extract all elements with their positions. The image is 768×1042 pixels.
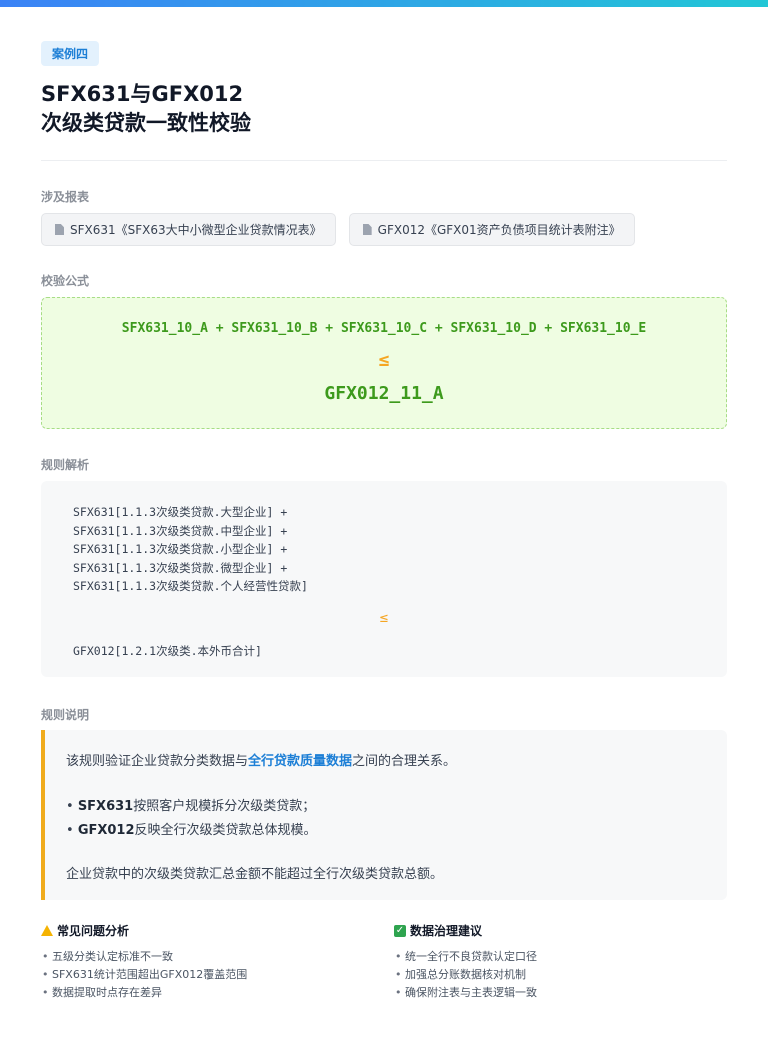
issues-title: 常见问题分析 — [41, 922, 371, 939]
analysis-line: SFX631[1.1.3次级类贷款.微型企业] + — [73, 560, 288, 575]
description-bullet-2: • GFX012反映全行次级类贷款总体规模。 — [66, 823, 317, 838]
suggestions-title-text: 数据治理建议 — [410, 924, 483, 938]
title-line-2: 次级类贷款一致性校验 — [41, 111, 251, 135]
bullet-text: 按照客户规模拆分次级类贷款； — [133, 799, 316, 814]
bullet-bold: SFX631 — [77, 799, 134, 814]
section-label-formula: 校验公式 — [41, 274, 90, 288]
list-item: 确保附注表与主表逻辑一致 — [394, 984, 724, 1002]
bullet-text: 反映全行次级类贷款总体规模。 — [134, 823, 317, 838]
suggestions-column: ✓ 数据治理建议 统一全行不良贷款认定口径 加强总分账数据核对机制 确保附注表与… — [394, 922, 724, 1002]
formula-operator: ≤ — [378, 350, 390, 371]
analysis-result: GFX012[1.2.1次级类.本外币合计] — [73, 644, 262, 658]
page-title: SFX631与GFX012 次级类贷款一致性校验 — [41, 80, 251, 138]
issues-list: 五级分类认定标准不一致 SFX631统计范围超出GFX012覆盖范围 数据提取时… — [41, 948, 371, 1002]
description-intro: 该规则验证企业贷款分类数据与全行贷款质量数据之间的合理关系。 — [66, 750, 456, 769]
list-item: SFX631统计范围超出GFX012覆盖范围 — [41, 966, 371, 984]
analysis-line: SFX631[1.1.3次级类贷款.个人经营性贷款] — [73, 579, 308, 593]
description-conclusion: 企业贷款中的次级类贷款汇总金额不能超过全行次级类贷款总额。 — [66, 867, 444, 882]
section-label-description: 规则说明 — [41, 708, 90, 722]
bullet-bold: GFX012 — [77, 823, 135, 838]
rule-description-box: 该规则验证企业贷款分类数据与全行贷款质量数据之间的合理关系。 • SFX631按… — [41, 730, 727, 900]
case-tag: 案例四 — [41, 41, 100, 66]
report-label: GFX012《GFX01资产负债项目统计表附注》 — [377, 223, 621, 237]
suggestions-title: ✓ 数据治理建议 — [394, 922, 724, 939]
issues-column: 常见问题分析 五级分类认定标准不一致 SFX631统计范围超出GFX012覆盖范… — [41, 922, 371, 1002]
top-gradient-bar — [0, 0, 768, 7]
check-icon: ✓ — [394, 924, 406, 937]
report-list: SFX631《SFX63大中小微型企业贷款情况表》 GFX012《GFX01资产… — [41, 213, 635, 246]
rule-analysis-box: SFX631[1.1.3次级类贷款.大型企业] + SFX631[1.1.3次级… — [41, 481, 727, 677]
analysis-line: SFX631[1.1.3次级类贷款.中型企业] + — [73, 523, 288, 538]
formula-box: SFX631_10_A + SFX631_10_B + SFX631_10_C … — [41, 297, 727, 429]
suggestions-list: 统一全行不良贷款认定口径 加强总分账数据核对机制 确保附注表与主表逻辑一致 — [394, 948, 724, 1002]
report-chip-gfx012: GFX012《GFX01资产负债项目统计表附注》 — [348, 213, 635, 246]
analysis-lines: SFX631[1.1.3次级类贷款.大型企业] + SFX631[1.1.3次级… — [73, 503, 308, 596]
warning-icon — [41, 925, 53, 936]
report-label: SFX631《SFX63大中小微型企业贷款情况表》 — [70, 223, 322, 237]
list-item: 加强总分账数据核对机制 — [394, 966, 724, 984]
issues-title-text: 常见问题分析 — [57, 924, 130, 938]
document-icon — [55, 224, 64, 235]
list-item: 五级分类认定标准不一致 — [41, 948, 371, 966]
intro-highlight: 全行贷款质量数据 — [248, 754, 353, 769]
formula-right-side: GFX012_11_A — [324, 383, 444, 404]
report-chip-sfx631: SFX631《SFX63大中小微型企业贷款情况表》 — [41, 213, 336, 246]
analysis-line: SFX631[1.1.3次级类贷款.大型企业] + — [73, 505, 288, 519]
section-label-reports: 涉及报表 — [41, 190, 90, 204]
intro-text: 该规则验证企业贷款分类数据与 — [66, 754, 249, 769]
description-bullet-1: • SFX631按照客户规模拆分次级类贷款； — [66, 799, 316, 814]
section-label-analysis: 规则解析 — [41, 458, 90, 472]
formula-left-side: SFX631_10_A + SFX631_10_B + SFX631_10_C … — [121, 321, 647, 336]
intro-text-end: 之间的合理关系。 — [352, 754, 457, 769]
analysis-operator: ≤ — [379, 610, 389, 626]
list-item: 统一全行不良贷款认定口径 — [394, 948, 724, 966]
analysis-line: SFX631[1.1.3次级类贷款.小型企业] + — [73, 542, 288, 556]
document-icon — [362, 224, 372, 235]
divider — [41, 160, 727, 161]
title-line-1: SFX631与GFX012 — [41, 82, 244, 106]
list-item: 数据提取时点存在差异 — [41, 984, 371, 1002]
